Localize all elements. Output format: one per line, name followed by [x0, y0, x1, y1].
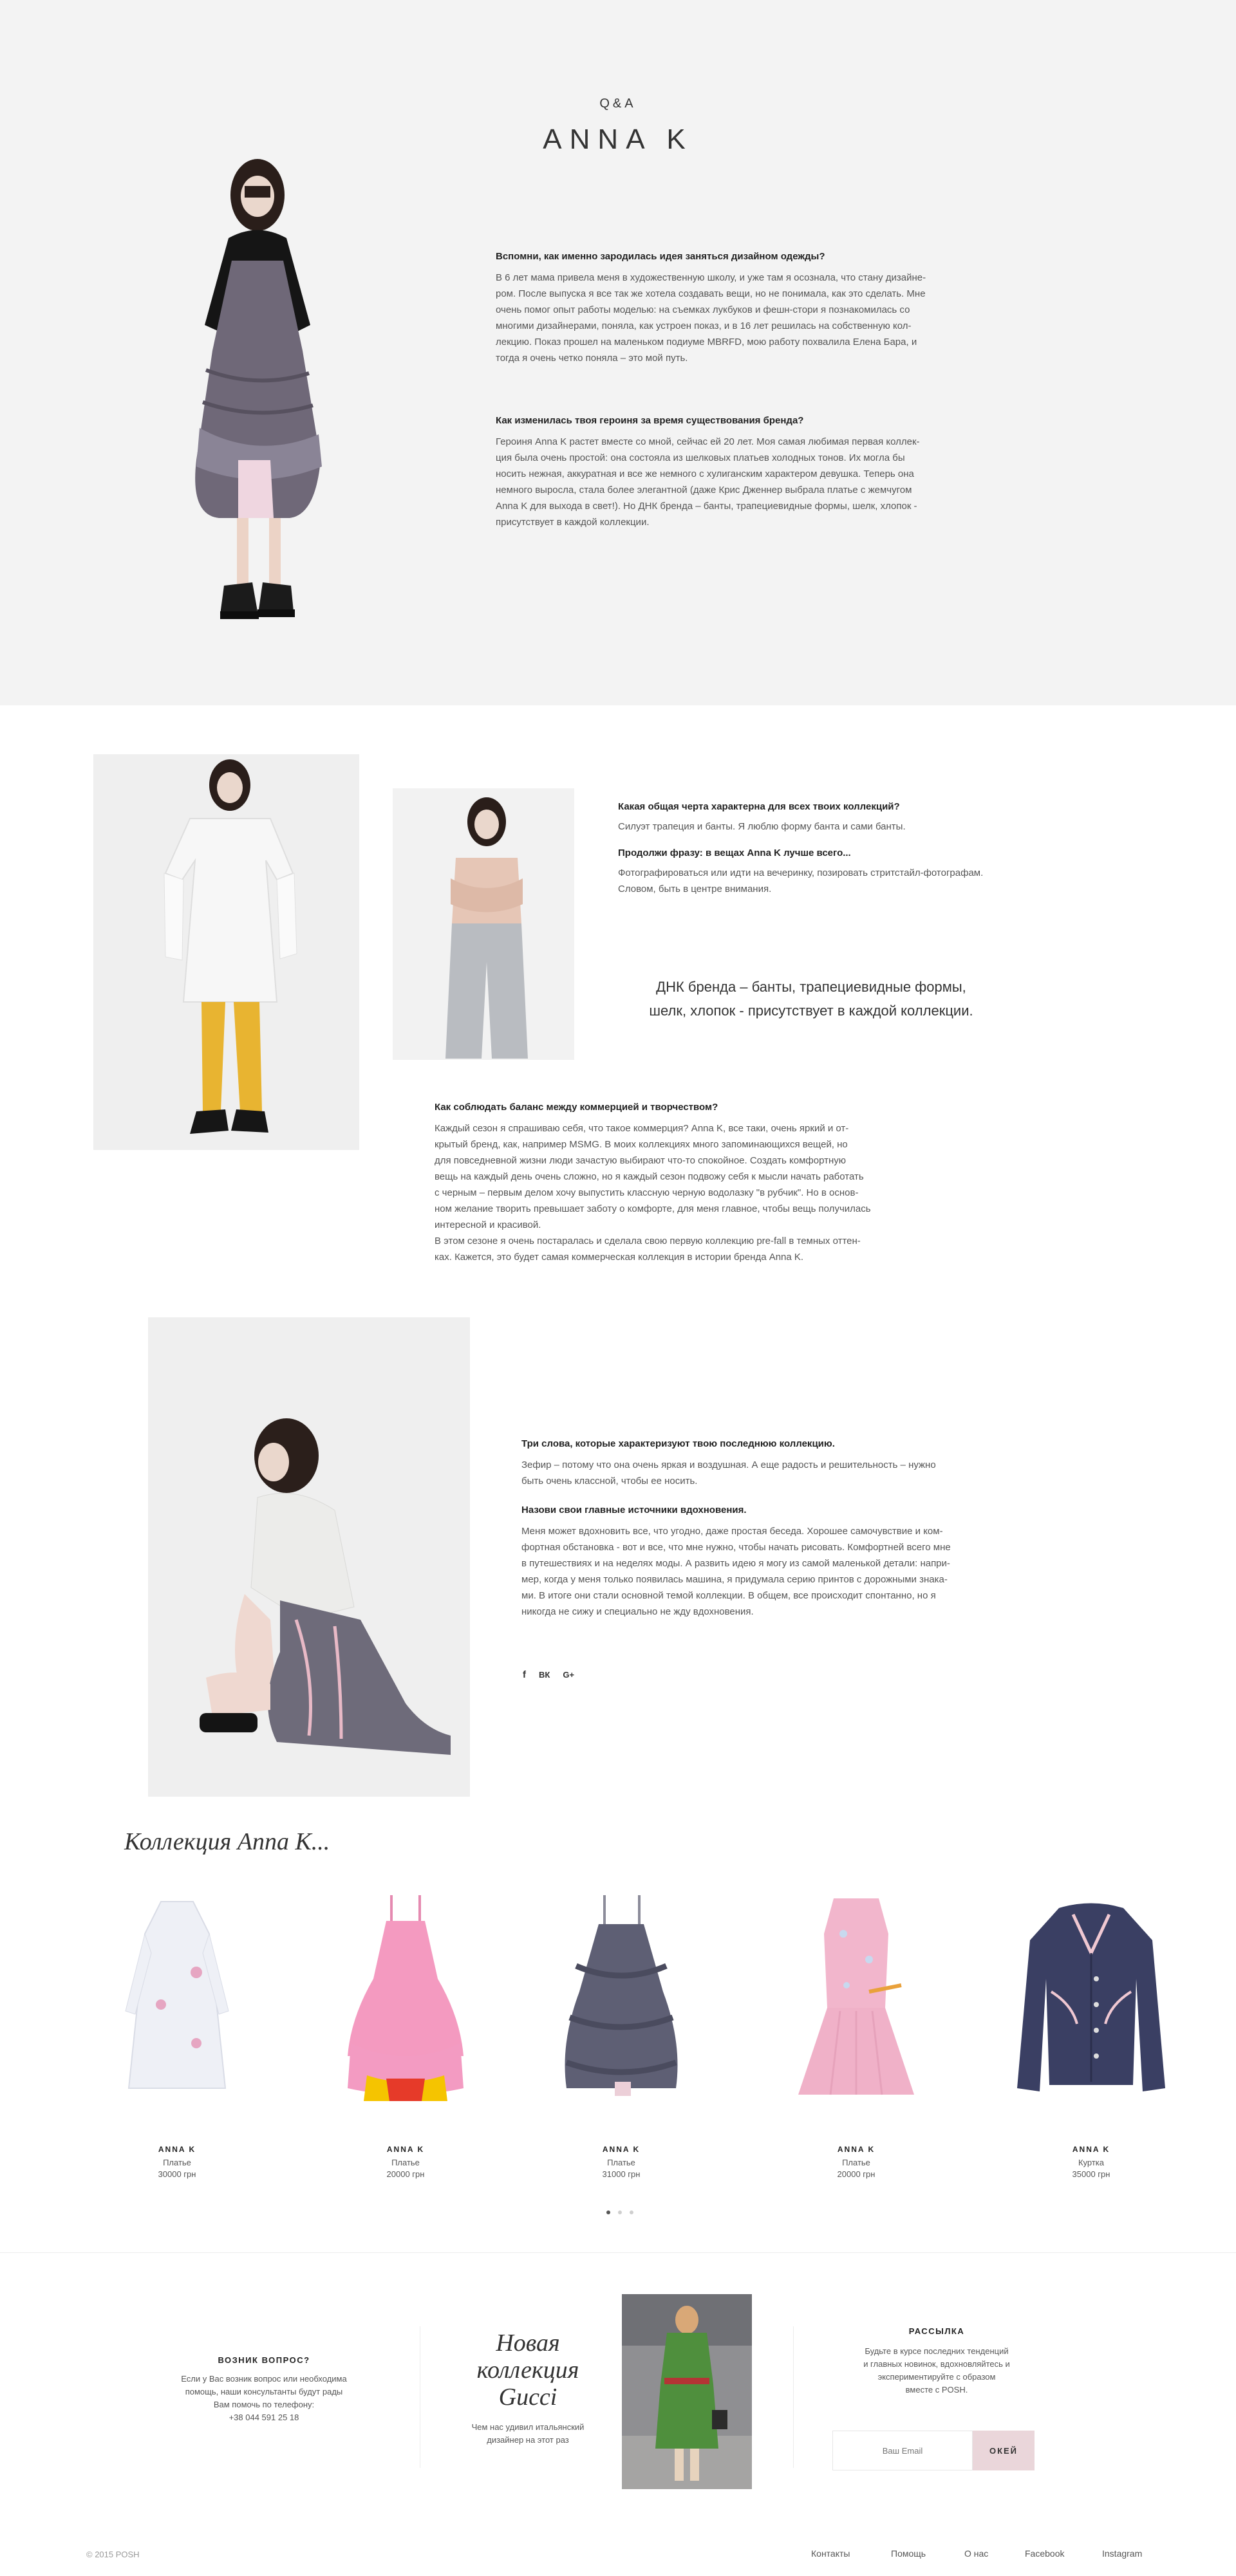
google-plus-icon[interactable]: G+	[563, 1670, 574, 1680]
footer-divider	[0, 2252, 1236, 2253]
qa-kicker: Q&A	[599, 97, 637, 111]
email-field[interactable]	[832, 2431, 973, 2470]
answer-text: Каждый сезон я спрашиваю себя, что такое…	[435, 1123, 871, 1263]
product-price: 20000 грн	[837, 2169, 876, 2179]
product-carousel: ANNA K Платье 30000 грн ANNA K Платье 20…	[90, 1889, 1178, 2191]
question-title: Три слова, которые характеризуют твою по…	[521, 1438, 835, 1449]
product-brand: ANNA K	[158, 2145, 196, 2154]
footer-link-help[interactable]: Помощь	[891, 2548, 964, 2559]
answer-text: Фотографироваться или идти на вечеринку,…	[618, 867, 984, 894]
footer-phone[interactable]: +38 044 591 25 18	[161, 2411, 367, 2424]
product-price: 35000 грн	[1072, 2169, 1110, 2179]
answer-text: В 6 лет мама привела меня в художественн…	[496, 272, 926, 364]
promo-title: Новая коллекция Gucci	[476, 2330, 579, 2411]
copyright: © 2015 POSH	[86, 2550, 140, 2559]
qa-block: Как соблюдать баланс между коммерцией и …	[435, 1102, 937, 1265]
social-share: f ВК G+	[523, 1669, 574, 1680]
promo-subtitle: Чем нас удивил итальянский дизайнер на э…	[471, 2422, 585, 2445]
question-title: Как изменилась твоя героиня за время сущ…	[496, 415, 804, 426]
product-brand: ANNA K	[1072, 2145, 1110, 2154]
answer-text: Силуэт трапеция и банты. Я люблю форму б…	[618, 821, 906, 832]
product-brand: ANNA K	[602, 2145, 641, 2154]
gucci-runway-photo[interactable]	[622, 2294, 752, 2489]
product-type: Платье	[391, 2158, 420, 2167]
footer-link-facebook[interactable]: Facebook	[1025, 2548, 1102, 2559]
answer-text: Зефир – потому что она очень яркая и воз…	[521, 1459, 936, 1487]
hero-model-photo	[195, 159, 322, 619]
product-type: Платье	[842, 2158, 870, 2167]
footer-newsletter-block: РАССЫЛКА Будьте в курсе последних тенден…	[827, 2326, 1046, 2396]
subscribe-button[interactable]: ОКЕЙ	[973, 2431, 1035, 2470]
product-card[interactable]: ANNA K Платье 31000 грн	[534, 1889, 708, 2191]
product-card[interactable]: ANNA K Платье 30000 грн	[90, 1889, 264, 2191]
product-card[interactable]: ANNA K Куртка 35000 грн	[1004, 1889, 1178, 2191]
qa-block: Какая общая черта характерна для всех тв…	[618, 801, 1107, 897]
pink-ruffle-dress-icon	[348, 1895, 464, 2101]
footer-question-title: ВОЗНИК ВОПРОС?	[218, 2355, 310, 2365]
model-jeans-photo	[393, 788, 574, 1060]
question-title: Продолжи фразу: в вещах Anna K лучше все…	[618, 848, 851, 858]
footer-column-divider	[793, 2326, 794, 2468]
question-title: Как соблюдать баланс между коммерцией и …	[435, 1102, 718, 1113]
pink-print-dress-icon	[798, 1898, 914, 2095]
grey-ruffle-dress-icon	[565, 1895, 678, 2096]
pager-dot[interactable]	[606, 2210, 610, 2214]
footer-question-text: Если у Вас возник вопрос или необходима …	[181, 2374, 347, 2409]
model-white-dress-photo	[93, 754, 359, 1150]
question-title: Вспомни, как именно зародилась идея заня…	[496, 251, 825, 262]
navy-jacket-icon	[1017, 1903, 1165, 2091]
product-brand: ANNA K	[386, 2145, 425, 2154]
question-title: Какая общая черта характерна для всех тв…	[618, 801, 900, 812]
product-card[interactable]: ANNA K Платье 20000 грн	[319, 1889, 492, 2191]
hero-qa-block: Как изменилась твоя героиня за время сущ…	[496, 415, 998, 530]
newsletter-text: Будьте в курсе последних тенденций и гла…	[863, 2346, 1010, 2395]
answer-text: Меня может вдохновить все, что угодно, д…	[521, 1526, 951, 1617]
pager-dot[interactable]	[630, 2210, 633, 2214]
footer-link-about[interactable]: О нас	[964, 2548, 1025, 2559]
white-dress-icon	[125, 1901, 229, 2089]
product-type: Платье	[163, 2158, 191, 2167]
question-title: Назови свои главные источники вдохновени…	[521, 1505, 747, 1515]
product-price: 31000 грн	[602, 2169, 641, 2179]
product-brand: ANNA K	[837, 2145, 876, 2154]
product-type: Платье	[607, 2158, 635, 2167]
newsletter-title: РАССЫЛКА	[908, 2326, 965, 2336]
pager-dot[interactable]	[618, 2210, 622, 2214]
answer-text: Героиня Anna K растет вместе со мной, се…	[496, 436, 920, 528]
carousel-pager	[606, 2210, 633, 2214]
vk-icon[interactable]: ВК	[539, 1670, 550, 1680]
footer-question-block: ВОЗНИК ВОПРОС? Если у Вас возник вопрос …	[161, 2355, 367, 2424]
pull-quote: ДНК бренда – банты, трапециевидные формы…	[649, 979, 973, 1019]
hero-qa-block: Вспомни, как именно зародилась идея заня…	[496, 251, 998, 366]
model-sitting-photo	[148, 1317, 470, 1797]
product-type: Куртка	[1078, 2158, 1105, 2167]
qa-block: Три слова, которые характеризуют твою по…	[521, 1438, 1036, 1620]
product-price: 30000 грн	[158, 2169, 196, 2179]
facebook-icon[interactable]: f	[523, 1669, 526, 1680]
footer-link-instagram[interactable]: Instagram	[1102, 2548, 1142, 2559]
page-title: ANNA K	[543, 124, 693, 155]
collection-title: Коллекция Anna K...	[124, 1828, 330, 1855]
footer-nav: Контакты Помощь О нас Facebook Instagram	[811, 2548, 1142, 2559]
footer-link-contacts[interactable]: Контакты	[811, 2548, 891, 2559]
footer-promo-block[interactable]: Новая коллекция Gucci Чем нас удивил ита…	[444, 2330, 612, 2447]
product-card[interactable]: ANNA K Платье 20000 грн	[769, 1889, 943, 2191]
product-price: 20000 грн	[386, 2169, 425, 2179]
